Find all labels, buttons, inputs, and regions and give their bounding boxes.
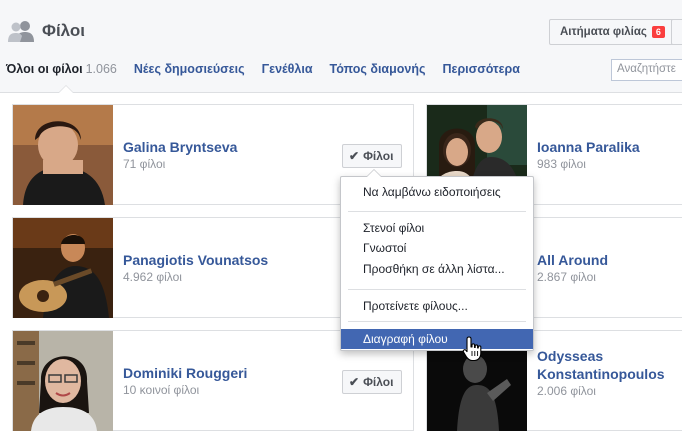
friend-name[interactable]: Galina Bryntseva <box>123 138 237 156</box>
friend-count[interactable]: 10 κοινοί φίλοι <box>123 383 199 397</box>
active-tab-pointer <box>58 85 74 93</box>
hand-cursor-icon <box>462 336 482 362</box>
menu-item-add-to-list[interactable]: Προσθήκη σε άλλη λίστα... <box>341 259 533 279</box>
page-header: Φίλοι Αιτήματα φιλίας 6 Όλοι οι φίλοι 1.0… <box>0 0 682 93</box>
friends-button[interactable]: ✔ Φίλοι <box>342 144 403 168</box>
menu-item-unfriend[interactable]: Διαγραφή φίλου <box>341 329 533 349</box>
tab-recent-posts[interactable]: Νέες δημοσιεύσεις <box>134 62 245 76</box>
friend-count[interactable]: 2.867 φίλοι <box>537 270 596 284</box>
check-icon: ✔ <box>349 149 360 163</box>
add-friends-button[interactable] <box>671 19 682 45</box>
friend-count[interactable]: 71 φίλοι <box>123 157 165 171</box>
friends-search-input[interactable]: Αναζητήστε <box>611 59 682 81</box>
friend-name[interactable]: Dominiki Rouggeri <box>123 364 247 382</box>
tab-all-friends[interactable]: Όλοι οι φίλοι 1.066 <box>6 62 117 76</box>
friends-tabs: Όλοι οι φίλοι 1.066 Νέες δημοσιεύσεις Γεν… <box>0 62 537 76</box>
menu-separator <box>348 289 526 290</box>
friend-name[interactable]: Ioanna Paralika <box>537 138 640 156</box>
friends-button[interactable]: ✔ Φίλοι <box>342 370 403 394</box>
friends-button-label: Φίλοι <box>363 375 394 389</box>
menu-item-get-notifications[interactable]: Να λαμβάνω ειδοποιήσεις <box>341 182 533 202</box>
friend-avatar[interactable] <box>13 331 113 431</box>
friend-options-menu: Να λαμβάνω ειδοποιήσεις Στενοί φίλοι Γνω… <box>340 169 534 351</box>
tab-birthdays[interactable]: Γενέθλια <box>262 62 313 76</box>
menu-item-close-friends[interactable]: Στενοί φίλοι <box>341 218 533 238</box>
tab-more[interactable]: Περισσότερα <box>442 62 519 76</box>
friends-icon <box>8 21 34 42</box>
friend-count[interactable]: 983 φίλοι <box>537 157 586 171</box>
friend-avatar[interactable] <box>13 105 113 205</box>
friend-requests-badge: 6 <box>651 26 665 38</box>
menu-separator <box>348 321 526 322</box>
page-title: Φίλοι <box>42 21 86 40</box>
friend-name[interactable]: All Around <box>537 251 608 269</box>
friend-count[interactable]: 2.006 φίλοι <box>537 384 596 398</box>
menu-item-suggest-friends[interactable]: Προτείνετε φίλους... <box>341 296 533 316</box>
menu-item-acquaintances[interactable]: Γνωστοί <box>341 238 533 258</box>
friend-count[interactable]: 4.962 φίλοι <box>123 270 182 284</box>
check-icon: ✔ <box>349 375 360 389</box>
friend-name[interactable]: Odysseas Konstantinopoulos <box>537 347 682 383</box>
friend-name[interactable]: Panagiotis Vounatsos <box>123 251 268 269</box>
friend-requests-button[interactable]: Αιτήματα φιλίας 6 <box>549 19 674 45</box>
friend-requests-label: Αιτήματα φιλίας <box>560 26 647 38</box>
friends-button-label: Φίλοι <box>363 149 394 163</box>
title-row: Φίλοι <box>8 20 85 42</box>
tab-current-city[interactable]: Τόπος διαμονής <box>330 62 426 76</box>
friend-avatar[interactable] <box>13 218 113 318</box>
menu-separator <box>348 211 526 212</box>
friends-count: 1.066 <box>85 62 117 76</box>
